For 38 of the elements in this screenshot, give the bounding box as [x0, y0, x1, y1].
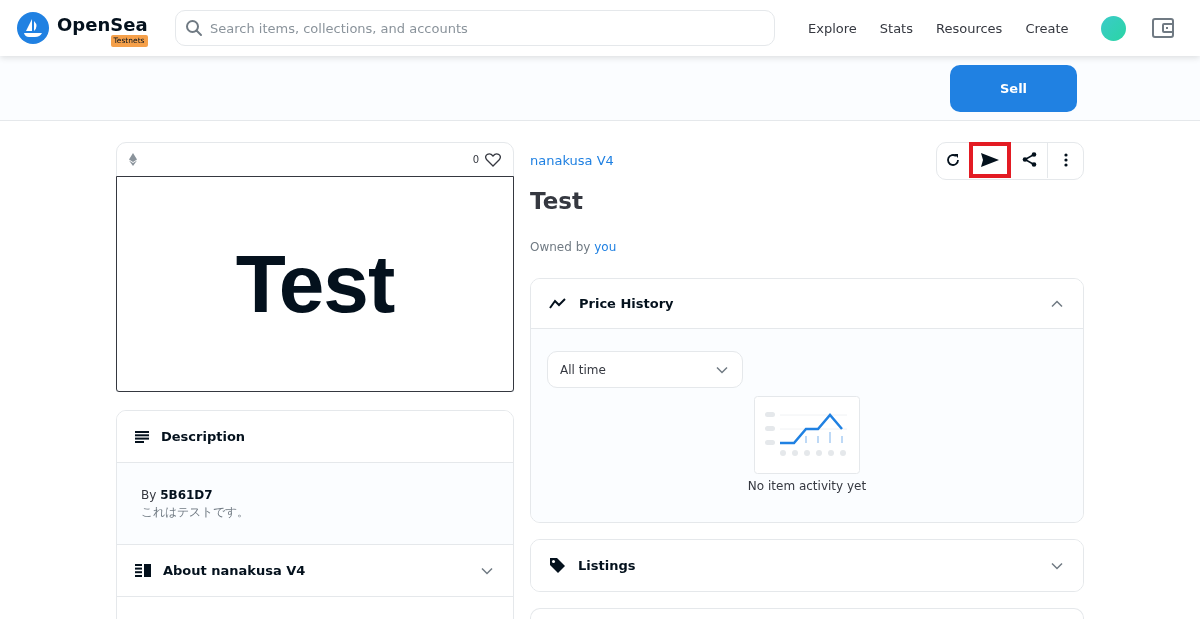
action-button[interactable] — [969, 141, 1011, 178]
nav-link[interactable]: Create — [1025, 20, 1069, 36]
description-text: これはテストです。 — [141, 504, 250, 521]
ethereum-icon — [129, 153, 137, 166]
search-icon — [185, 19, 203, 37]
owner-link[interactable]: you — [594, 240, 617, 254]
logo-text[interactable]: OpenSea — [57, 15, 148, 35]
creator-line: By 5B61D7 — [141, 488, 214, 502]
refresh-icon — [946, 152, 960, 167]
listings-header[interactable]: Listings — [531, 540, 1083, 591]
share-icon — [1021, 152, 1037, 167]
section-title: Listings — [578, 558, 636, 573]
nav-link[interactable]: Stats — [879, 20, 913, 36]
section-title: Price History — [579, 296, 674, 311]
heart-icon[interactable] — [485, 152, 501, 167]
lines-icon — [135, 430, 149, 443]
wallet-icon[interactable] — [1151, 18, 1174, 38]
like-count: 0 — [472, 154, 479, 165]
nav-link[interactable]: Resources — [936, 20, 1003, 36]
empty-state-text: No item activity yet — [747, 479, 867, 493]
price-history-header[interactable]: Price History — [531, 279, 1083, 329]
trend-icon — [549, 298, 567, 309]
sell-button[interactable]: Sell — [950, 64, 1077, 112]
tag-icon — [549, 557, 566, 574]
owner-line: Owned by you — [530, 240, 618, 254]
list-icon — [135, 564, 151, 577]
search-field[interactable]: Search items, collections, and accounts — [175, 10, 775, 46]
image-text: Test — [235, 237, 395, 331]
chevron-icon — [716, 365, 728, 374]
section-title: About nanakusa V4 — [163, 563, 306, 578]
more-icon — [1063, 152, 1068, 167]
nav-link[interactable]: Explore — [808, 20, 857, 36]
section-title: Description — [161, 429, 246, 444]
collection-link[interactable]: nanakusa V4 — [530, 152, 614, 168]
time-range-select[interactable]: All time — [547, 351, 743, 388]
item-title: Test — [530, 187, 584, 216]
send-icon — [981, 152, 999, 167]
logo-icon[interactable] — [17, 12, 49, 44]
